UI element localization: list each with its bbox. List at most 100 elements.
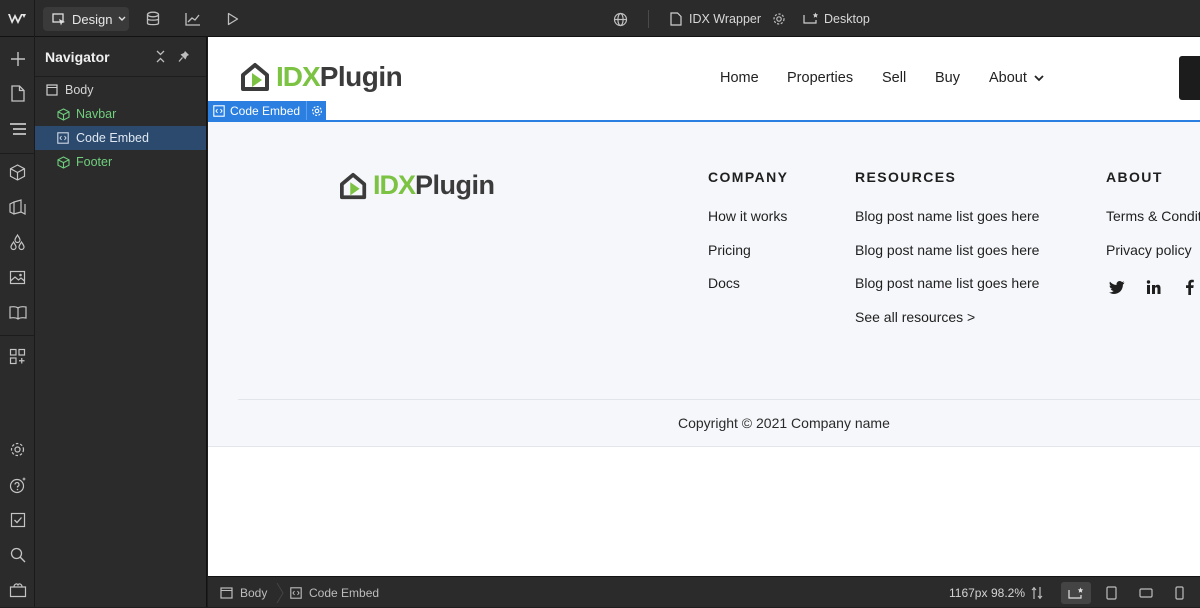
navigator-title: Navigator (45, 48, 110, 65)
cms-book-icon[interactable] (7, 302, 28, 323)
footer-logo[interactable]: IDX Plugin (339, 170, 495, 201)
webflow-logo[interactable] (0, 0, 35, 37)
footer-link[interactable]: Docs (708, 275, 740, 291)
page-settings-gear-icon[interactable] (770, 10, 788, 28)
nav-item-body[interactable]: Body (35, 78, 206, 102)
style-selectors-icon[interactable] (7, 197, 28, 218)
audit-checkbox-icon[interactable] (7, 509, 28, 530)
design-mode-button[interactable]: Design (43, 7, 129, 31)
box-outline-icon (220, 586, 233, 599)
footer-link[interactable]: Blog post name list goes here (855, 242, 1039, 258)
code-embed-icon (213, 104, 225, 117)
pages-icon[interactable] (7, 83, 28, 104)
search-icon[interactable] (7, 544, 28, 565)
box-outline-icon (45, 83, 59, 97)
selected-element-label: Code Embed (230, 103, 301, 118)
left-icon-rail (0, 37, 35, 607)
nav-item-navbar[interactable]: Navbar (35, 102, 206, 126)
footer-col-title-resources: RESOURCES (855, 169, 957, 185)
code-embed-icon (56, 131, 70, 145)
nav-item-label: Navbar (76, 107, 117, 121)
analytics-icon[interactable] (184, 10, 202, 28)
footer-link[interactable]: Blog post name list goes here (855, 208, 1039, 224)
apps-icon[interactable] (7, 346, 28, 367)
tablet-icon (1105, 586, 1117, 600)
logo-plugin-text: Plugin (415, 170, 495, 200)
assets-image-icon[interactable] (7, 267, 28, 288)
nav-item-footer[interactable]: Footer (35, 150, 206, 174)
footer-link[interactable]: Blog post name list goes here (855, 275, 1039, 291)
menu-about-label: About (989, 70, 1027, 86)
logo-plugin-text: Plugin (319, 61, 403, 92)
selected-element-tag[interactable]: Code Embed (208, 101, 327, 120)
collapse-all-icon[interactable] (155, 50, 166, 63)
chevron-down-icon (118, 16, 126, 21)
cta-button-edge[interactable] (1179, 56, 1200, 100)
footer-col-title-about: ABOUT (1106, 169, 1163, 185)
help-sparkle-icon[interactable] (7, 474, 28, 495)
breadcrumb-label: Code Embed (309, 585, 380, 600)
site-navbar[interactable]: IDX Plugin Home Properties Sell Buy Abou… (208, 37, 1200, 121)
pin-panel-icon[interactable] (178, 50, 190, 63)
site-logo[interactable]: IDX Plugin (240, 61, 403, 93)
breakpoint-label: Desktop (824, 11, 870, 26)
video-tutorials-icon[interactable] (7, 579, 28, 600)
footer-link[interactable]: Pricing (708, 242, 751, 258)
logo-idx-text: IDX (373, 170, 416, 200)
nav-item-label: Code Embed (76, 131, 149, 145)
site-footer[interactable]: IDX Plugin COMPANY How it works Pricing … (208, 122, 1200, 447)
facebook-icon[interactable] (1180, 278, 1198, 296)
breadcrumb-body[interactable]: Body (220, 577, 267, 608)
navigator-panel: Navigator Body Navbar Code Embed Footer (35, 37, 207, 607)
navigator-icon[interactable] (7, 118, 28, 139)
page-selector[interactable]: IDX Wrapper (670, 0, 761, 37)
mobile-portrait-icon (1174, 586, 1184, 600)
cms-icon[interactable] (144, 10, 162, 28)
house-play-logo-icon (340, 172, 367, 199)
desktop-star-icon (1068, 587, 1084, 599)
footer-link[interactable]: Terms & Conditions (1106, 208, 1200, 224)
breakpoint-selector[interactable]: Desktop (803, 0, 870, 37)
menu-buy[interactable]: Buy (935, 70, 960, 86)
menu-properties[interactable]: Properties (787, 70, 853, 86)
linkedin-icon[interactable] (1144, 278, 1162, 296)
nav-item-label: Body (65, 83, 94, 97)
add-elements-icon[interactable] (7, 48, 28, 69)
chevron-down-icon (1034, 74, 1044, 81)
globe-icon[interactable] (611, 10, 629, 28)
breakpoint-desktop-button[interactable] (1061, 582, 1091, 604)
preview-play-icon[interactable] (224, 10, 242, 28)
copyright-text: Copyright © 2021 Company name (678, 415, 890, 431)
breadcrumb-separator (276, 583, 284, 603)
footer-col-title-company: COMPANY (708, 169, 789, 185)
logo-idx-text: IDX (276, 61, 321, 92)
footer-link[interactable]: Privacy policy (1106, 242, 1192, 258)
canvas-width-readout: 1167px (949, 585, 988, 600)
menu-about[interactable]: About (989, 70, 1044, 86)
element-settings-gear-icon[interactable] (306, 101, 327, 120)
component-icon (56, 107, 70, 121)
breakpoint-tablet-button[interactable] (1096, 582, 1126, 604)
breakpoint-mobile-portrait-button[interactable] (1164, 582, 1194, 604)
zoom-adjust-icon[interactable] (1030, 586, 1044, 600)
settings-gear-icon[interactable] (7, 439, 28, 460)
toolbar-divider (648, 10, 649, 28)
footer-link-see-all[interactable]: See all resources > (855, 309, 975, 325)
footer-divider (238, 399, 1200, 400)
page-icon (670, 11, 682, 26)
breadcrumb-code-embed[interactable]: Code Embed (290, 577, 379, 608)
breadcrumb-label: Body (240, 585, 268, 600)
breakpoint-mobile-landscape-button[interactable] (1131, 582, 1161, 604)
page-name: IDX Wrapper (689, 11, 762, 26)
twitter-icon[interactable] (1108, 278, 1126, 296)
zoom-readout[interactable]: 98.2% (991, 577, 1025, 608)
components-icon[interactable] (7, 162, 28, 183)
footer-link[interactable]: How it works (708, 208, 787, 224)
rail-divider (0, 153, 35, 154)
variables-drops-icon[interactable] (7, 232, 28, 253)
menu-home[interactable]: Home (720, 70, 759, 86)
design-canvas[interactable]: IDX Plugin Home Properties Sell Buy Abou… (208, 37, 1200, 576)
selection-outline (208, 120, 1200, 122)
nav-item-code-embed[interactable]: Code Embed (35, 126, 206, 150)
menu-sell[interactable]: Sell (882, 70, 906, 86)
